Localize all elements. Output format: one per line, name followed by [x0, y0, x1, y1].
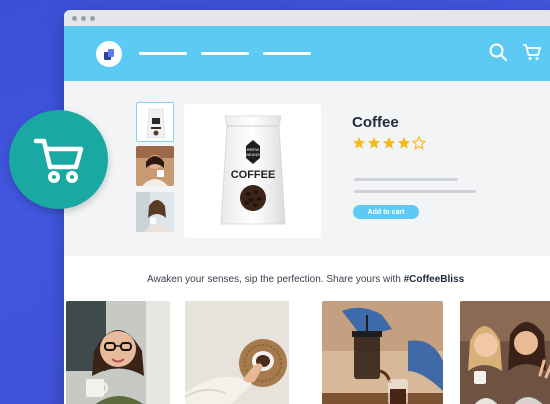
- product-title: Coffee: [352, 114, 399, 131]
- add-to-cart-button[interactable]: Add to cart: [353, 205, 419, 219]
- thumbnail-woman-window[interactable]: [136, 192, 174, 232]
- star-empty-icon: [412, 136, 426, 150]
- thumbnail-bag[interactable]: [136, 102, 174, 142]
- star-filled-icon: [368, 137, 380, 149]
- nav-link-1[interactable]: [139, 52, 187, 55]
- product-section: BREW BEANS COFFEE Coffee Add to cart: [64, 81, 550, 256]
- logo-icon: [104, 48, 114, 60]
- ugc-section: Awaken your senses, sip the perfection. …: [64, 256, 550, 404]
- product-image[interactable]: BREW BEANS COFFEE: [184, 104, 321, 238]
- nav-link-2[interactable]: [201, 52, 249, 55]
- window-dot[interactable]: [72, 15, 77, 21]
- coffee-bag-image: BREW BEANS COFFEE: [220, 115, 285, 225]
- ugc-photo-glasses-woman[interactable]: [66, 301, 170, 404]
- ugc-tagline: Awaken your senses, sip the perfection. …: [147, 274, 464, 285]
- star-filled-icon: [353, 137, 365, 149]
- window-dot[interactable]: [90, 15, 95, 21]
- description-line: [354, 178, 458, 181]
- window-dot[interactable]: [81, 15, 86, 21]
- hashtag[interactable]: #CoffeeBliss: [404, 274, 465, 285]
- ugc-photo-french-press[interactable]: [322, 301, 443, 404]
- cart-icon[interactable]: [522, 42, 542, 62]
- navbar: [64, 26, 550, 81]
- cart-badge[interactable]: [9, 110, 108, 209]
- description-line: [354, 190, 476, 193]
- star-filled-icon: [383, 137, 395, 149]
- bag-brand-line2: BEANS: [246, 152, 260, 157]
- window-chrome: [64, 10, 550, 26]
- star-filled-icon: [398, 137, 410, 149]
- search-icon[interactable]: [488, 42, 508, 62]
- logo[interactable]: [96, 40, 122, 67]
- tagline-text: Awaken your senses, sip the perfection. …: [147, 274, 404, 285]
- rating-stars: [352, 136, 426, 150]
- shopping-cart-icon: [33, 138, 83, 183]
- thumbnail-woman-mug[interactable]: [136, 146, 174, 186]
- ugc-photo-two-women[interactable]: [460, 301, 550, 404]
- ugc-photo-cup-hand[interactable]: [185, 301, 289, 404]
- nav-link-3[interactable]: [263, 52, 311, 55]
- browser-window: BREW BEANS COFFEE Coffee Add to cart Awa…: [64, 10, 550, 404]
- bag-label: COFFEE: [230, 169, 275, 181]
